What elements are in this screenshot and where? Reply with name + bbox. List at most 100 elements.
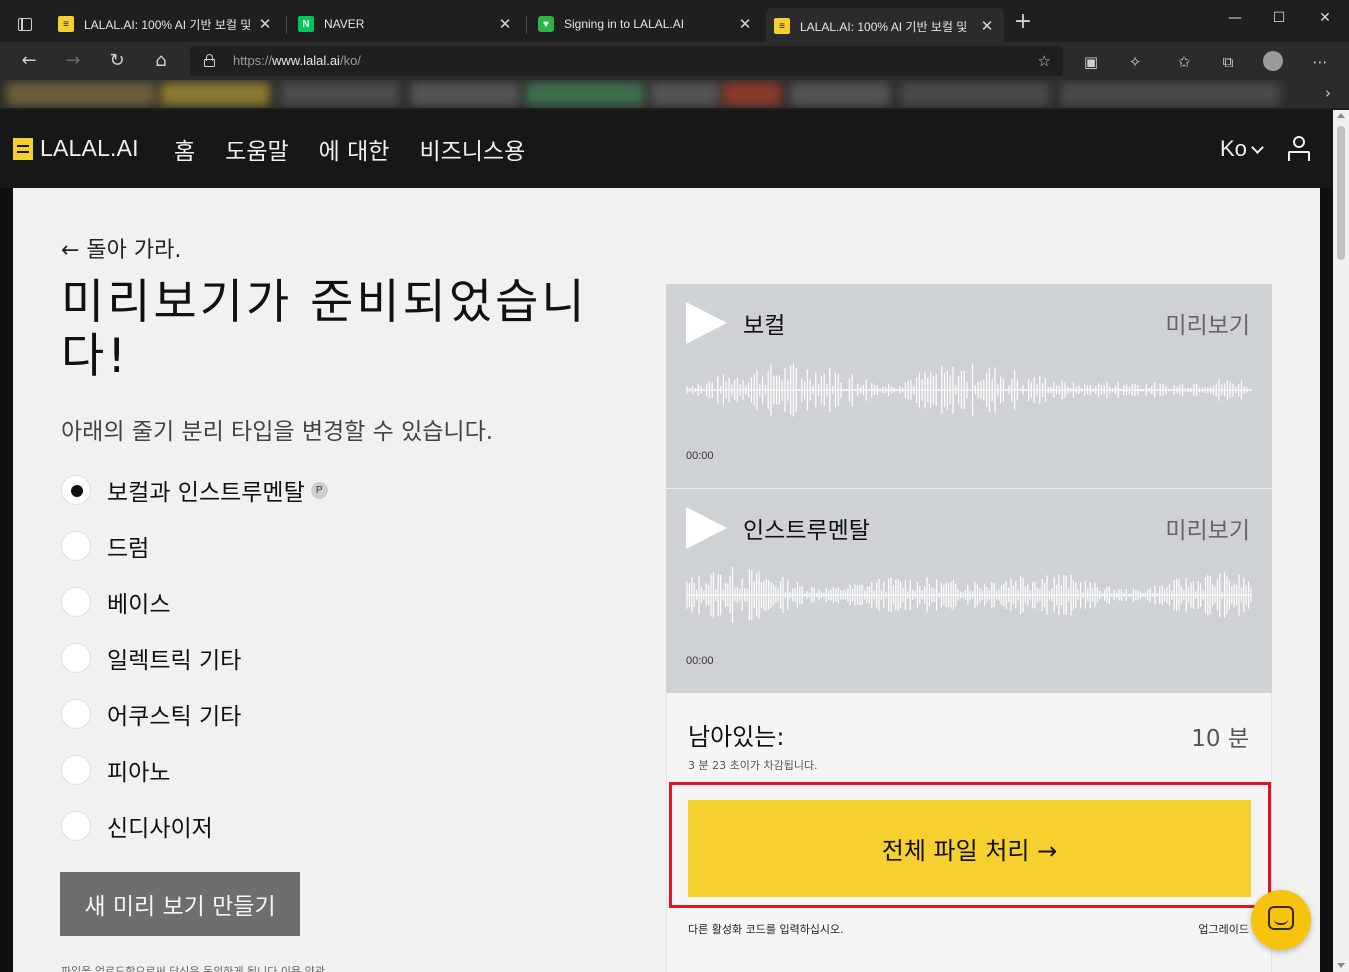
bookmark-item[interactable] [280,82,400,106]
lalal-favicon-icon: ≡ [774,18,790,34]
bookmark-item[interactable] [1060,82,1280,106]
bookmark-item[interactable] [410,82,520,106]
pro-badge-icon: P [310,481,328,499]
playback-time: 00:00 [686,655,714,667]
nav-business[interactable]: 비즈니스용 [419,132,525,166]
radio-button[interactable] [61,587,91,617]
refresh-icon[interactable]: ↻ [105,50,129,72]
new-tab-icon[interactable]: + [1012,11,1034,34]
stem-option-synth[interactable]: 신디사이저 [61,810,213,842]
screen-reader-icon[interactable]: ▣ [1080,51,1102,73]
back-link[interactable]: ← 돌아 가라. [61,232,181,264]
page-title: 미리보기가 준비되었습니다! [61,275,588,384]
home-icon[interactable]: ⌂ [149,50,173,72]
close-tab-icon[interactable]: ✕ [256,15,274,33]
radio-button[interactable] [61,811,91,841]
new-preview-button[interactable]: 새 미리 보기 만들기 [60,872,300,936]
scroll-thumb[interactable] [1337,126,1345,260]
profile-avatar-icon[interactable] [1262,51,1284,73]
browser-tab-strip: ≡ LALAL.AI: 100% AI 기반 보컬 및 ✕ N NAVER ✕ … [0,0,1349,44]
browser-tab-signing-in[interactable]: ♥ Signing in to LALAL.AI ✕ [530,8,762,40]
radio-button[interactable] [61,699,91,729]
playback-time: 00:00 [686,450,714,462]
radio-button[interactable] [61,475,91,505]
page-scrollbar[interactable] [1333,110,1349,972]
track-instrumental: 인스트루멘탈 미리보기 00:00 [666,489,1272,693]
bookmark-item[interactable] [6,82,156,106]
waveform[interactable] [686,358,1252,422]
page-viewport: LALAL.AI 홈 도움말 에 대한 비즈니스용 Ko ← 돌아 가라. 미리… [0,110,1333,972]
close-window-icon[interactable]: ✕ [1310,10,1340,26]
language-selector[interactable]: Ko [1220,136,1264,162]
stem-option-vocals[interactable]: 보컬과 인스트루멘탈 P [61,474,328,506]
tab-title: Signing in to LALAL.AI [564,17,685,31]
site-header: LALAL.AI 홈 도움말 에 대한 비즈니스용 Ko [0,110,1333,188]
process-full-file-button[interactable]: 전체 파일 처리 → [688,800,1251,897]
url-text[interactable]: https://www.lalal.ai/ko/ [233,53,361,68]
maximize-icon[interactable]: ☐ [1264,10,1294,26]
tab-actions-icon[interactable] [12,12,38,36]
nav-home[interactable]: 홈 [174,132,195,166]
upgrade-link[interactable]: 업그레이드 [1198,921,1249,937]
scroll-up-icon[interactable] [1337,113,1345,118]
address-bar[interactable]: https://www.lalal.ai/ko/ ☆ [190,46,1063,76]
main-content: ← 돌아 가라. 미리보기가 준비되었습니다! 아래의 줄기 분리 타입을 변경… [13,188,1320,972]
nav-help[interactable]: 도움말 [225,132,288,166]
collections-icon[interactable]: ⧉ [1217,51,1239,73]
bookmark-item[interactable] [160,82,270,106]
scroll-down-icon[interactable] [1337,963,1345,968]
play-icon[interactable] [686,507,727,549]
browser-tab-naver[interactable]: N NAVER ✕ [290,8,522,40]
browser-tab-lalal-1[interactable]: ≡ LALAL.AI: 100% AI 기반 보컬 및 ✕ [50,8,282,40]
stem-option-electric-guitar[interactable]: 일렉트릭 기타 [61,642,241,674]
remaining-label: 남아있는: [688,723,785,751]
chevron-right-icon[interactable]: › [1325,84,1331,102]
track-vocals: 보컬 미리보기 00:00 [666,284,1272,488]
radio-button[interactable] [61,643,91,673]
chat-support-icon[interactable] [1251,890,1311,950]
site-logo[interactable]: LALAL.AI [13,135,139,162]
lock-icon[interactable] [204,54,215,67]
shield-favicon-icon: ♥ [538,16,554,32]
enter-code-link[interactable]: 다른 활성화 코드를 입력하십시오. [688,921,844,937]
preview-label: 미리보기 [1165,518,1250,544]
extensions-icon[interactable]: ✧ [1124,51,1146,73]
deduction-note: 3 분 23 초이가 차감됩니다. [688,759,818,772]
tab-divider [286,16,287,34]
waveform[interactable] [686,563,1252,627]
nav-about[interactable]: 에 대한 [319,132,390,166]
stem-option-drums[interactable]: 드럼 [61,530,149,562]
stem-type-hint: 아래의 줄기 분리 타입을 변경할 수 있습니다. [61,419,494,445]
site-nav: 홈 도움말 에 대한 비즈니스용 [174,132,525,166]
radio-button[interactable] [61,755,91,785]
terms-footnote[interactable]: 파일을 업로드함으로써 당신은 동의하게 됩니다 이용 약관 [61,963,325,972]
bookmark-item[interactable] [650,82,720,106]
close-tab-icon[interactable]: ✕ [978,17,996,35]
forward-arrow-icon[interactable]: → [61,50,85,72]
play-icon[interactable] [686,302,727,344]
tab-title: NAVER [324,17,365,31]
bookmark-item[interactable] [900,82,1050,106]
bookmark-item[interactable] [525,82,645,106]
remaining-value: 10 분 [1191,726,1249,752]
bookmark-item[interactable] [722,82,782,106]
close-tab-icon[interactable]: ✕ [496,15,514,33]
browser-toolbar: ← → ↻ ⌂ https://www.lalal.ai/ko/ ☆ ▣ ✧ ✩… [0,42,1349,80]
lalal-logo-icon [13,137,33,160]
lalal-favicon-icon: ≡ [58,16,74,32]
minimize-icon[interactable]: — [1220,10,1250,26]
favorites-icon[interactable]: ✩ [1173,51,1195,73]
bookmark-item[interactable] [790,82,890,106]
bookmarks-bar: › [0,80,1349,108]
browser-tab-lalal-active[interactable]: ≡ LALAL.AI: 100% AI 기반 보컬 및 ✕ [766,8,1004,44]
back-arrow-icon[interactable]: ← [17,50,41,72]
stem-option-piano[interactable]: 피아노 [61,754,170,786]
add-favorite-icon[interactable]: ☆ [1038,52,1051,70]
stem-option-bass[interactable]: 베이스 [61,586,170,618]
close-tab-icon[interactable]: ✕ [736,15,754,33]
stem-option-acoustic-guitar[interactable]: 어쿠스틱 기타 [61,698,241,730]
radio-button[interactable] [61,531,91,561]
remaining-minutes-box: 남아있는: 10 분 3 분 23 초이가 차감됩니다. 전체 파일 처리 → … [666,693,1272,972]
more-menu-icon[interactable]: ⋯ [1309,51,1331,73]
user-account-icon[interactable] [1288,136,1310,162]
